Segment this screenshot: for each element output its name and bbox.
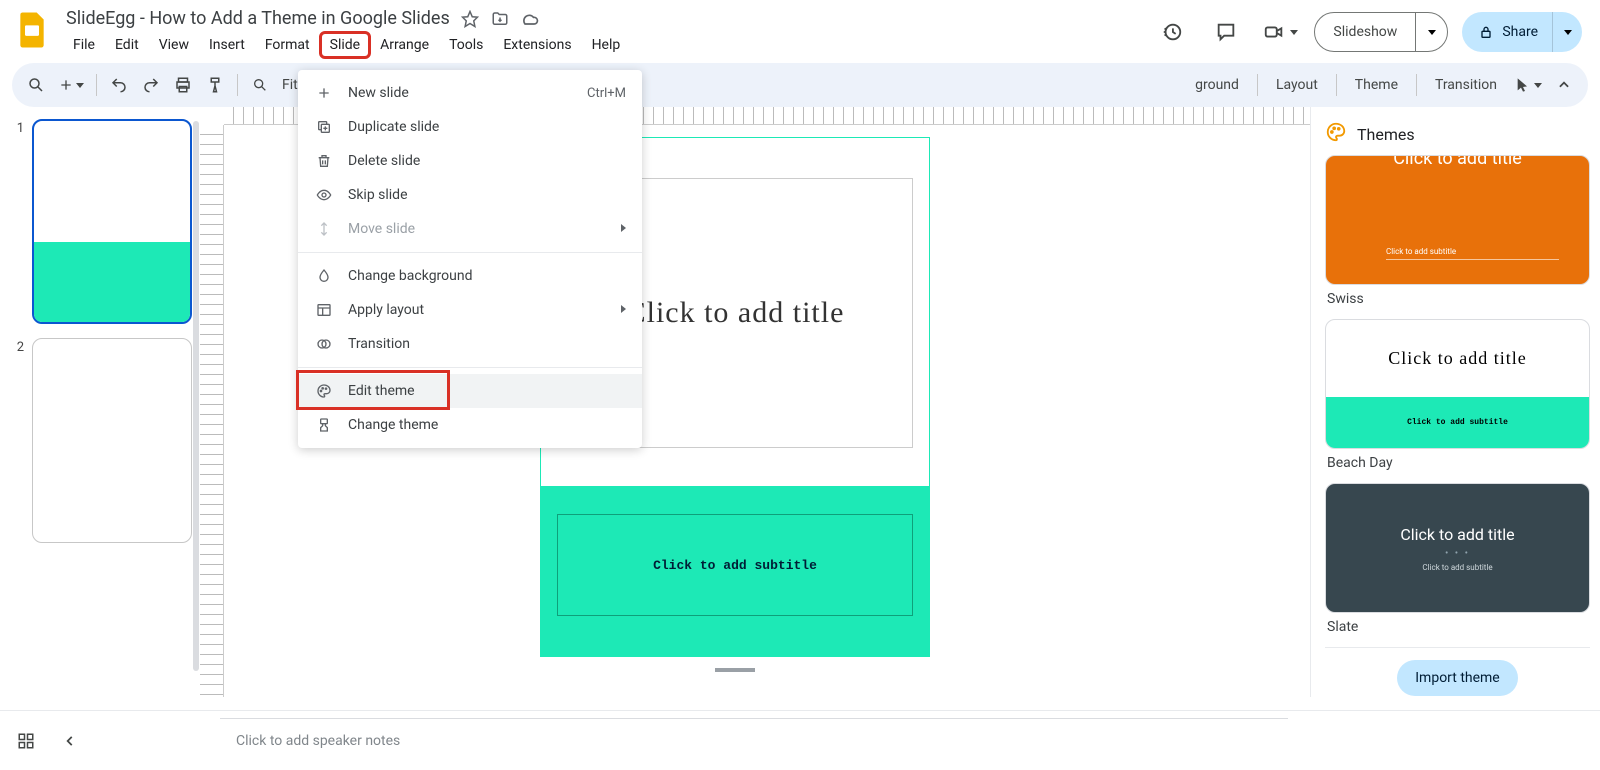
slide-menu-dropdown: New slideCtrl+MDuplicate slideDelete sli… — [298, 70, 642, 448]
menu-slide[interactable]: Slide — [321, 33, 369, 57]
menu-item-skip-slide[interactable]: Skip slide — [298, 178, 642, 212]
import-theme-button[interactable]: Import theme — [1397, 660, 1518, 696]
slideshow-button-group: Slideshow — [1314, 12, 1448, 52]
menu-tools[interactable]: Tools — [440, 33, 492, 57]
move-to-folder-icon[interactable] — [490, 9, 510, 29]
themes-panel: Themes Click to add titleClick to add su… — [1310, 107, 1600, 697]
slides-logo[interactable] — [12, 10, 52, 50]
droplet-icon — [314, 266, 334, 286]
print-button[interactable] — [169, 71, 197, 99]
menubar: FileEditViewInsertFormatSlideArrangeTool… — [60, 29, 1144, 63]
slide-number: 1 — [10, 119, 24, 324]
theme-label: Beach Day — [1327, 455, 1590, 471]
zoom-button[interactable] — [246, 71, 274, 99]
ruler-vertical — [200, 125, 224, 697]
plus-icon — [314, 83, 334, 103]
search-menus-icon[interactable] — [22, 71, 50, 99]
filmstrip-scrollbar[interactable] — [192, 121, 200, 697]
toolbar: Fit ground Layout Theme Transition — [12, 63, 1588, 107]
duplicate-icon — [314, 117, 334, 137]
menu-item-edit-theme[interactable]: Edit theme — [298, 374, 642, 408]
move-icon — [314, 219, 334, 239]
menu-item-change-background[interactable]: Change background — [298, 259, 642, 293]
menu-item-transition[interactable]: Transition — [298, 327, 642, 361]
toolbar-layout[interactable]: Layout — [1266, 71, 1328, 99]
share-button-group: Share — [1462, 12, 1582, 52]
slide-subtitle-area: Click to add subtitle — [541, 486, 929, 656]
menu-arrange[interactable]: Arrange — [371, 33, 438, 57]
menu-item-apply-layout[interactable]: Apply layout — [298, 293, 642, 327]
new-slide-button[interactable] — [54, 71, 88, 99]
comments-icon[interactable] — [1206, 12, 1246, 52]
zoom-fit-label: Fit — [282, 77, 298, 93]
toolbar-transition[interactable]: Transition — [1425, 71, 1507, 99]
selection-mode-button[interactable] — [1511, 71, 1546, 99]
themes-panel-title: Themes — [1357, 125, 1415, 144]
lock-icon — [1478, 24, 1494, 40]
workspace: 12 Click to add title Click to add subti… — [0, 107, 1600, 697]
share-label: Share — [1502, 24, 1538, 40]
theme-label: Swiss — [1327, 291, 1590, 307]
toolbar-ground[interactable]: ground — [1185, 71, 1249, 99]
menu-item-duplicate-slide[interactable]: Duplicate slide — [298, 110, 642, 144]
history-icon[interactable] — [1152, 12, 1192, 52]
theme-label: Slate — [1327, 619, 1590, 635]
slide-thumbnail[interactable] — [32, 119, 192, 324]
menu-item-delete-slide[interactable]: Delete slide — [298, 144, 642, 178]
speaker-notes[interactable]: Click to add speaker notes — [220, 718, 1288, 763]
transition-icon — [314, 334, 334, 354]
menu-item-new-slide[interactable]: New slideCtrl+M — [298, 76, 642, 110]
theme-card-swiss[interactable]: Click to add titleClick to add subtitle — [1325, 155, 1590, 285]
eye-icon — [314, 185, 334, 205]
grid-view-icon[interactable] — [12, 727, 40, 755]
menu-format[interactable]: Format — [256, 33, 319, 57]
filmstrip: 12 — [0, 107, 200, 697]
trash-icon — [314, 151, 334, 171]
notes-resize-handle[interactable] — [715, 668, 755, 672]
undo-button[interactable] — [105, 71, 133, 99]
palette-icon — [1325, 121, 1347, 147]
slideshow-dropdown[interactable] — [1415, 13, 1447, 51]
menu-help[interactable]: Help — [583, 33, 630, 57]
theme-card-beach[interactable]: Click to add titleClick to add subtitle — [1325, 319, 1590, 449]
redo-button[interactable] — [137, 71, 165, 99]
menu-file[interactable]: File — [64, 33, 104, 57]
theme-card-slate[interactable]: Click to add title• • •Click to add subt… — [1325, 483, 1590, 613]
share-dropdown[interactable] — [1552, 12, 1582, 52]
share-button[interactable]: Share — [1462, 24, 1552, 40]
brush-icon — [314, 415, 334, 435]
menu-item-change-theme[interactable]: Change theme — [298, 408, 642, 442]
collapse-toolbar-icon[interactable] — [1550, 71, 1578, 99]
slide-title-text: Click to add title — [626, 296, 845, 330]
doc-title[interactable]: SlideEgg - How to Add a Theme in Google … — [66, 8, 450, 29]
layout-icon — [314, 300, 334, 320]
slideshow-button[interactable]: Slideshow — [1315, 13, 1415, 51]
slide-number: 2 — [10, 338, 24, 543]
slide-thumbnail[interactable] — [32, 338, 192, 543]
palette-icon — [314, 381, 334, 401]
meet-button[interactable] — [1260, 12, 1300, 52]
toolbar-theme[interactable]: Theme — [1345, 71, 1408, 99]
star-icon[interactable] — [460, 9, 480, 29]
menu-item-move-slide: Move slide — [298, 212, 642, 246]
menu-extensions[interactable]: Extensions — [494, 33, 580, 57]
menu-edit[interactable]: Edit — [106, 33, 148, 57]
paint-format-button[interactable] — [201, 71, 229, 99]
bottom-bar: Click to add speaker notes — [0, 710, 1600, 770]
cloud-status-icon[interactable] — [520, 9, 540, 29]
menu-view[interactable]: View — [150, 33, 198, 57]
menu-insert[interactable]: Insert — [200, 33, 254, 57]
slide-subtitle-placeholder[interactable]: Click to add subtitle — [557, 514, 913, 616]
app-header: SlideEgg - How to Add a Theme in Google … — [0, 0, 1600, 63]
slide-subtitle-text: Click to add subtitle — [653, 558, 817, 573]
explore-collapse-icon[interactable] — [56, 727, 84, 755]
